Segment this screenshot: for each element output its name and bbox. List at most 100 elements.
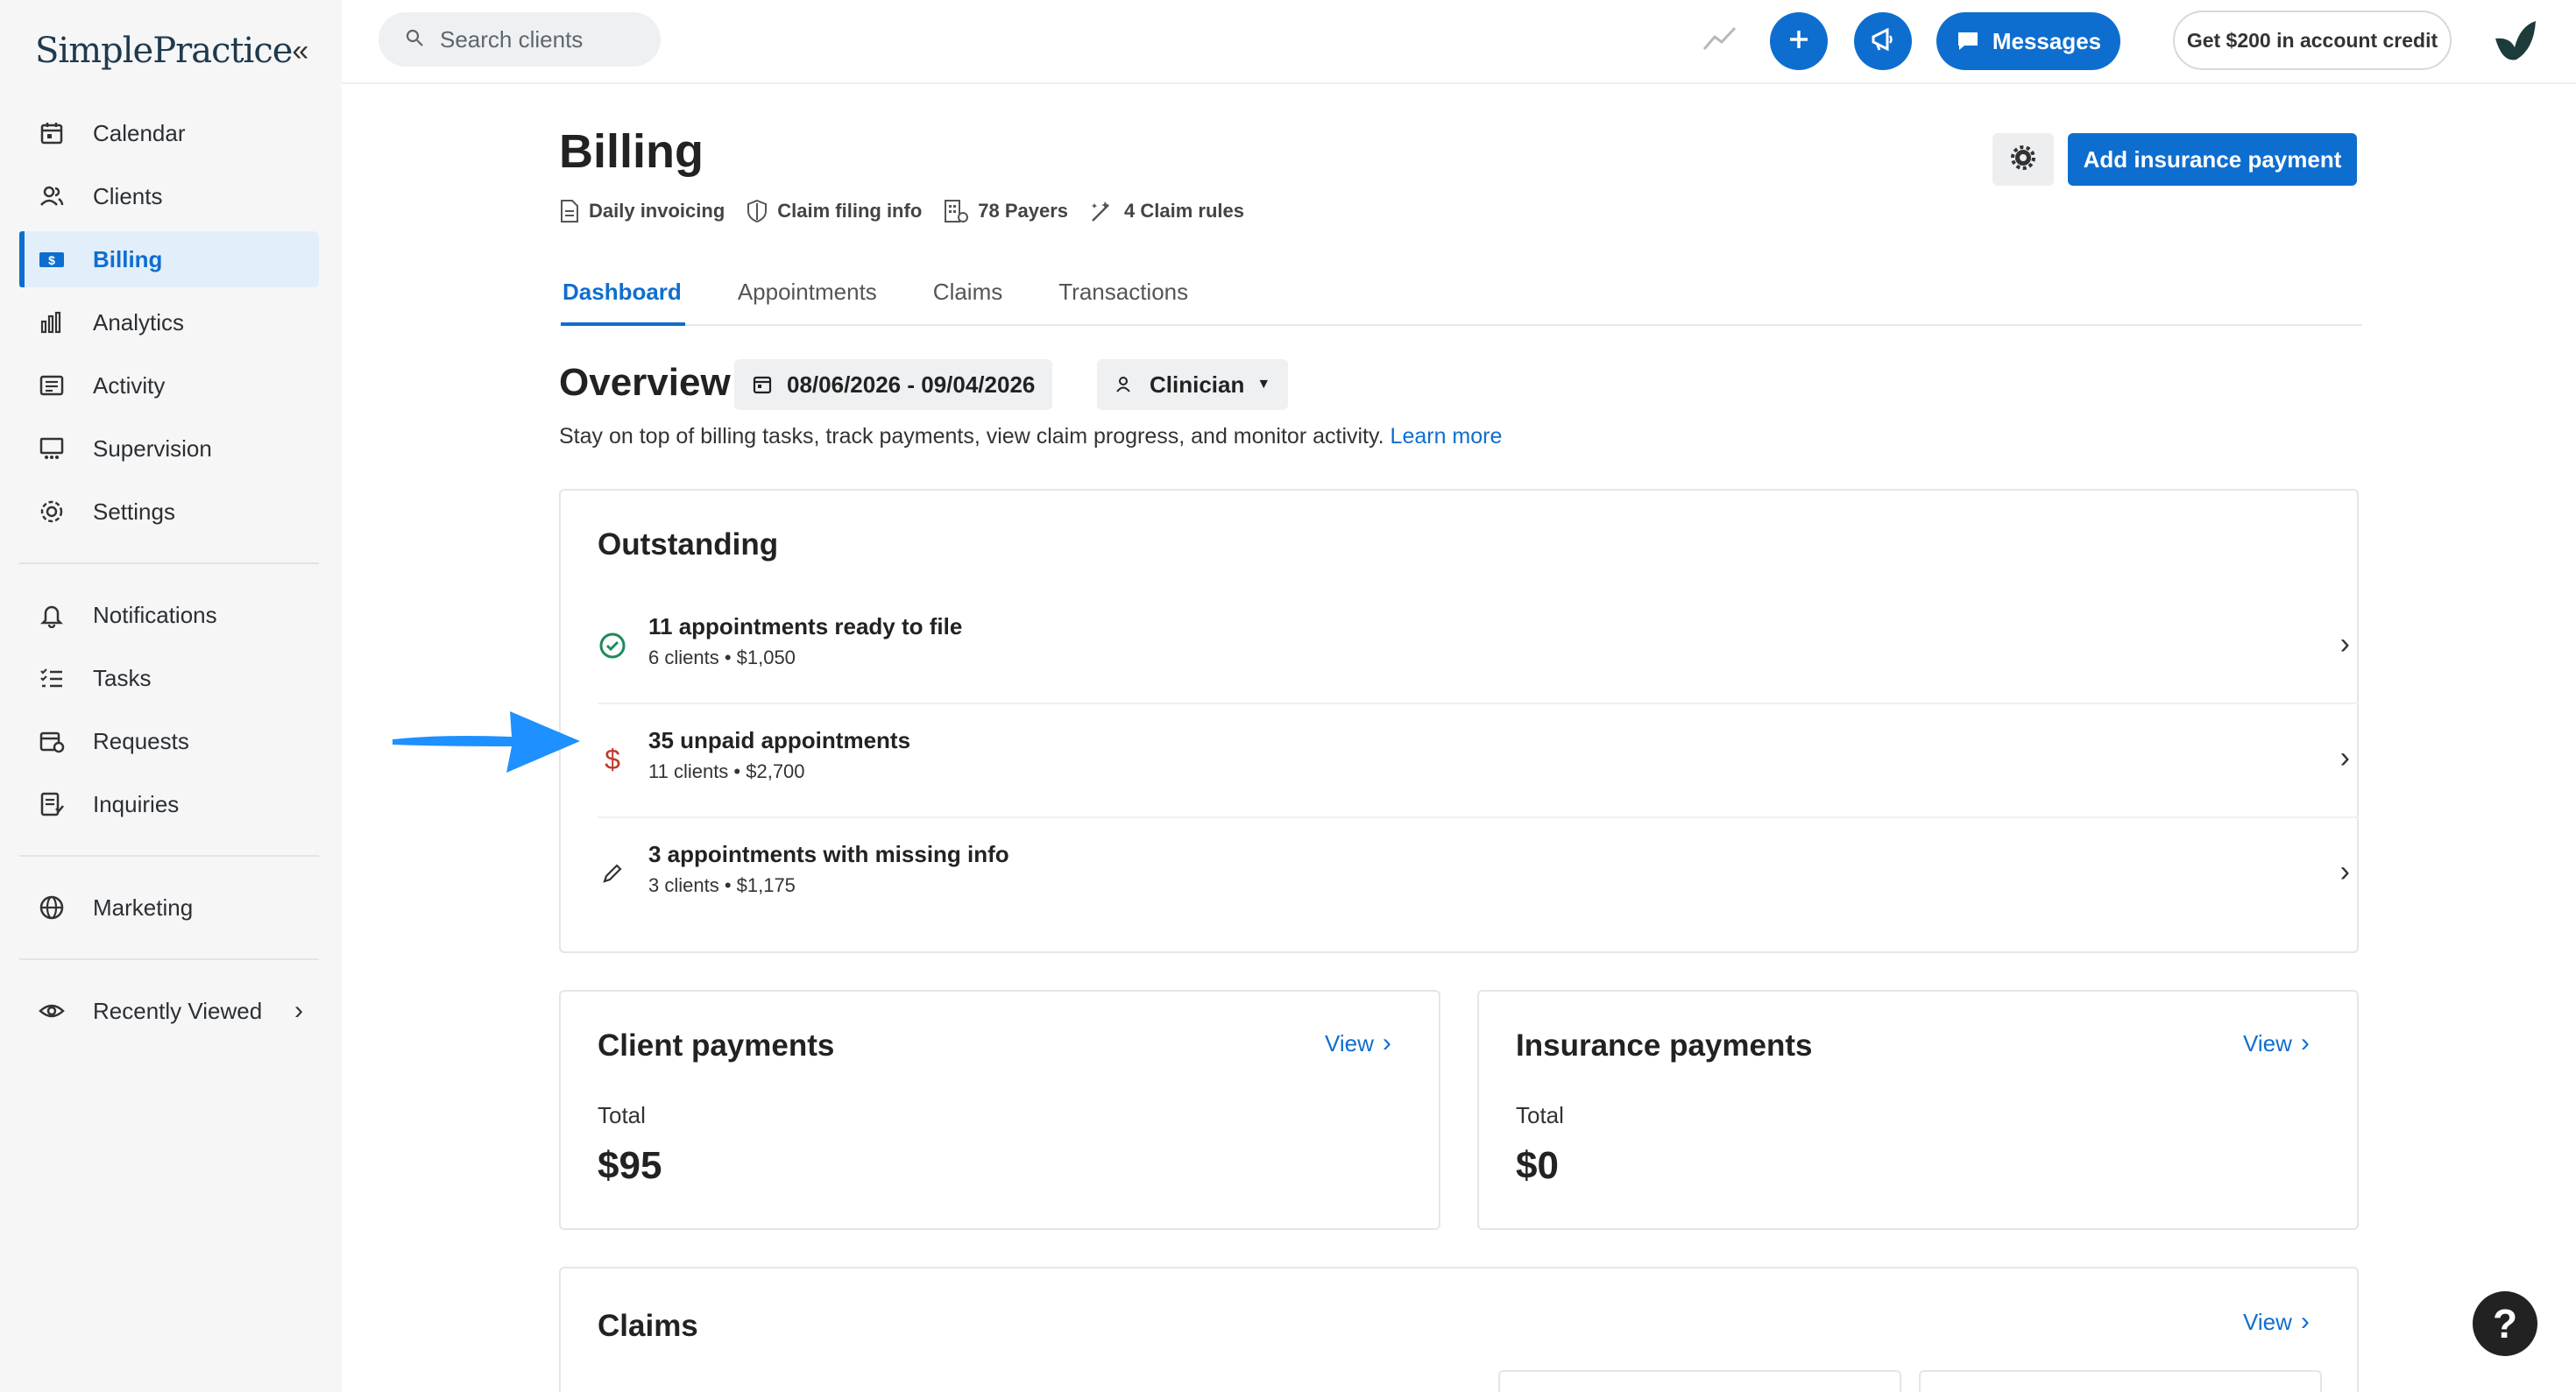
tab-dashboard[interactable]: Dashboard [561,272,685,326]
sidebar-item-label: Activity [93,371,166,399]
annotation-arrow-icon [393,711,580,773]
sidebar-item-supervision[interactable]: Supervision [19,420,319,477]
date-range-picker[interactable]: 08/06/2026 - 09/04/2026 [734,359,1053,410]
sidebar-item-activity[interactable]: Activity [19,357,319,413]
sidebar-item-marketing[interactable]: Marketing [19,880,319,936]
payers-label: 78 Payers [978,200,1069,222]
sidebar-item-label: Billing [93,245,163,272]
sidebar-item-label: Clients [93,182,163,209]
insurance-payments-view-link[interactable]: View › [2243,1028,2310,1058]
claims-title: Claims [598,1309,698,1343]
overview-description: Stay on top of billing tasks, track paym… [559,424,1502,449]
claim-filing-link[interactable]: Claim filing info [746,199,922,223]
payers-link[interactable]: 78 Payers [943,198,1068,224]
claims-card: Claims View › [559,1267,2359,1392]
tab-appointments[interactable]: Appointments [736,272,881,326]
globe-icon [37,893,67,922]
client-payments-view-link[interactable]: View › [1325,1028,1391,1058]
chevron-right-icon: › [2300,1307,2310,1336]
date-range-value: 08/06/2026 - 09/04/2026 [787,371,1036,398]
avatar[interactable] [2485,12,2543,70]
sidebar-item-label: Tasks [93,664,152,691]
svg-text:$: $ [605,745,620,774]
clients-icon [37,181,67,211]
chat-icon [1957,32,1978,50]
view-label: View [1325,1029,1374,1056]
outstanding-title: Outstanding [598,527,779,562]
inquiries-icon [37,789,67,819]
sidebar-item-requests[interactable]: Requests [19,713,319,769]
sidebar-item-notifications[interactable]: Notifications [19,587,319,643]
chevron-right-icon: › [294,996,303,1025]
megaphone-icon [1868,25,1898,59]
trend-icon[interactable] [1702,23,1738,59]
sidebar-item-settings[interactable]: Settings [19,484,319,540]
claims-view-link[interactable]: View › [2243,1307,2310,1337]
chevron-right-icon: › [2339,627,2350,661]
outstanding-row[interactable]: 11 appointments ready to file 6 clients … [598,590,2359,704]
pencil-icon [598,859,627,888]
messages-button[interactable]: Messages [1936,12,2120,70]
view-label: View [2243,1308,2292,1335]
outstanding-row-title: 35 unpaid appointments [648,727,911,753]
gear-icon [2010,145,2036,175]
claims-status-tile[interactable] [1498,1370,1901,1392]
client-payments-title: Client payments [598,1028,835,1063]
tab-transactions[interactable]: Transactions [1057,272,1192,326]
clinician-filter[interactable]: Clinician ▼ [1097,359,1289,410]
sidebar-item-clients[interactable]: Clients [19,168,319,224]
sidebar-item-calendar[interactable]: Calendar [19,105,319,161]
sidebar-item-label: Calendar [93,119,186,146]
sidebar-item-label: Marketing [93,894,194,921]
sidebar-item-label: Supervision [93,435,212,462]
overview-title: Overview [559,361,731,404]
sidebar-item-label: Notifications [93,601,217,628]
sidebar-item-tasks[interactable]: Tasks [19,650,319,706]
check-circle-icon [598,631,627,661]
collapse-sidebar-icon[interactable]: « [292,34,308,68]
chevron-right-icon: › [2339,741,2350,774]
sidebar-item-label: Analytics [93,308,185,336]
search-icon [405,26,424,53]
insurance-payments-card: Insurance payments View › Total $0 [1477,990,2359,1230]
outstanding-row-subtitle: 3 clients • $1,175 [648,874,796,896]
outstanding-row[interactable]: 3 appointments with missing info 3 clien… [598,818,2359,932]
eye-icon [37,996,67,1026]
claim-rules-link[interactable]: 4 Claim rules [1089,198,1244,224]
sidebar-item-inquiries[interactable]: Inquiries [19,776,319,832]
plus-icon [1786,26,1812,57]
app-logo[interactable]: SimplePractice [35,31,293,71]
outstanding-row[interactable]: $ 35 unpaid appointments 11 clients • $2… [598,704,2359,818]
billing-sublinks: Daily invoicing Claim filing info 78 Pay… [559,198,1265,224]
view-label: View [2243,1029,2292,1056]
add-new-button[interactable] [1770,12,1828,70]
sidebar-item-recently-viewed[interactable]: Recently Viewed › [19,983,319,1039]
add-insurance-payment-button[interactable]: Add insurance payment [2068,133,2357,186]
caret-down-icon: ▼ [1256,377,1271,392]
tab-claims[interactable]: Claims [931,272,1006,326]
learn-more-link[interactable]: Learn more [1391,424,1503,449]
help-button[interactable]: ? [2473,1291,2537,1356]
chevron-right-icon: › [2300,1028,2310,1057]
search-input[interactable]: Search clients [379,12,661,67]
chevron-right-icon: › [2339,855,2350,888]
announcements-button[interactable] [1854,12,1912,70]
billing-settings-button[interactable] [1992,133,2054,186]
claims-status-tile[interactable] [1919,1370,2322,1392]
insurance-payments-total-label: Total [1516,1102,1564,1128]
calendar-icon [37,118,67,148]
daily-invoicing-link[interactable]: Daily invoicing [559,199,725,223]
sidebar-item-analytics[interactable]: Analytics [19,294,319,350]
clinician-icon [1116,377,1130,392]
sidebar-item-billing[interactable]: $ Billing [19,231,319,287]
claim-rules-label: 4 Claim rules [1124,200,1244,222]
sidebar-divider [19,958,319,960]
outstanding-card: Outstanding 11 appointments ready to fil… [559,489,2359,953]
billing-icon: $ [37,244,67,274]
search-placeholder: Search clients [440,25,584,53]
analytics-icon [37,307,67,337]
daily-invoicing-label: Daily invoicing [589,200,725,222]
account-credit-button[interactable]: Get $200 in account credit [2173,11,2452,70]
top-bar: Search clients Messages Get $200 in acco… [342,0,2576,84]
sidebar-item-label: Inquiries [93,790,180,817]
